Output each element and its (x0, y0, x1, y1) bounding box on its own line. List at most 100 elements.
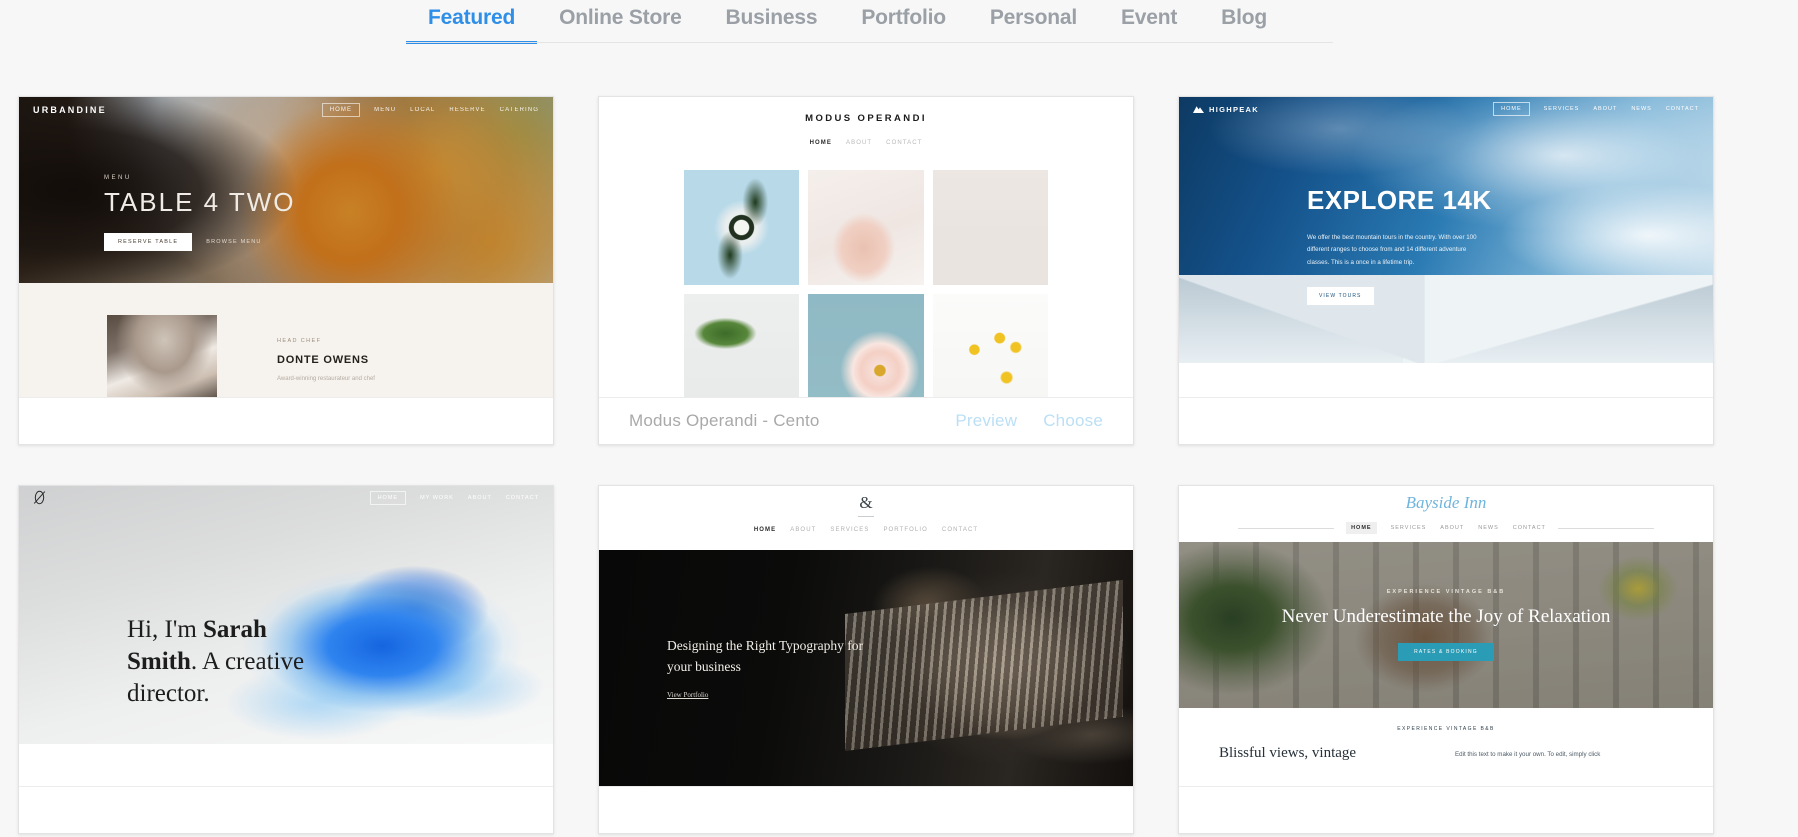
nav-item-catering[interactable]: CATERING (500, 107, 539, 113)
tab-event[interactable]: Event (1099, 0, 1199, 44)
gallery-image-gerbera (808, 294, 923, 397)
template-preview-sarah-smith[interactable]: HOME MY WORK ABOUT CONTACT Hi, I'm Sarah… (19, 486, 553, 786)
nav-item-home[interactable]: HOME (754, 527, 776, 533)
card-footer-urbandine: Preview Choose (19, 397, 553, 444)
nav-item-services[interactable]: SERVICES (830, 527, 869, 533)
tab-personal[interactable]: Personal (968, 0, 1099, 44)
nav-item-services[interactable]: SERVICES (1544, 106, 1580, 112)
tab-blog[interactable]: Blog (1199, 0, 1289, 44)
gallery-image-pineapples (933, 170, 1048, 285)
tab-portfolio[interactable]: Portfolio (839, 0, 968, 44)
site-logo: MODUS OPERANDI (599, 97, 1133, 124)
nav-item-about[interactable]: ABOUT (846, 140, 872, 146)
nav-item-reserve[interactable]: RESERVE (449, 107, 485, 113)
hero-text-block: EXPLORE 14K We offer the best mountain t… (1307, 185, 1492, 305)
photo-gallery (599, 146, 1133, 397)
template-preview-bayside-inn[interactable]: Bayside Inn HOME SERVICES ABOUT NEWS CON… (1179, 486, 1713, 786)
card-footer-highpeak: Preview Choose (1179, 397, 1713, 444)
browse-menu-button[interactable]: BROWSE MENU (206, 239, 261, 245)
hero-headline: Hi, I'm Sarah Smith. A creative director… (127, 614, 337, 710)
hero-text-block: MENU TABLE 4 TWO RESERVE TABLE BROWSE ME… (104, 175, 296, 251)
nav-item-about[interactable]: ABOUT (1593, 106, 1617, 112)
nav-item-about[interactable]: ABOUT (468, 495, 492, 501)
view-tours-button[interactable]: VIEW TOURS (1307, 287, 1374, 305)
rates-booking-button[interactable]: RATES & BOOKING (1398, 643, 1494, 661)
card-footer-modus-operandi: Modus Operandi - Cento Preview Choose (599, 397, 1133, 444)
nav-item-about[interactable]: ABOUT (790, 527, 816, 533)
hero-text-block: EXPERIENCE VINTAGE B&B Never Underestima… (1179, 542, 1713, 708)
hero-headline: TABLE 4 TWO (104, 189, 296, 215)
nav-item-news[interactable]: NEWS (1631, 106, 1652, 112)
nav-item-contact[interactable]: CONTACT (1666, 106, 1699, 112)
nav-item-my-work[interactable]: MY WORK (420, 495, 454, 501)
template-grid: URBANDINE HOME MENU LOCAL RESERVE CATERI… (0, 56, 1798, 834)
site-nav: HOME MENU LOCAL RESERVE CATERING (322, 103, 539, 117)
site-logo: & (599, 486, 1133, 511)
nav-item-news[interactable]: NEWS (1478, 525, 1499, 531)
nav-rule-left (1238, 528, 1334, 529)
nav-item-local[interactable]: LOCAL (410, 107, 435, 113)
section-kicker: EXPERIENCE VINTAGE B&B (1179, 708, 1713, 732)
template-preview-typography[interactable]: & HOME ABOUT SERVICES PORTFOLIO CONTACT … (599, 486, 1133, 786)
nav-item-menu[interactable]: MENU (374, 107, 396, 113)
hero-kicker: MENU (104, 175, 296, 181)
slashed-zero-icon (33, 490, 46, 505)
card-footer-typography: Preview Choose (599, 786, 1133, 833)
template-card-bayside-inn[interactable]: Bayside Inn HOME SERVICES ABOUT NEWS CON… (1178, 485, 1714, 834)
card-footer-sarah-smith: Preview Choose (19, 786, 553, 833)
template-card-sarah-smith[interactable]: HOME MY WORK ABOUT CONTACT Hi, I'm Sarah… (18, 485, 554, 834)
site-nav: HOME SERVICES ABOUT NEWS CONTACT (1346, 522, 1546, 534)
chef-kicker: HEAD CHEF (277, 338, 477, 344)
nav-item-home[interactable]: HOME (1493, 102, 1530, 116)
tab-featured[interactable]: Featured (406, 0, 537, 44)
tab-business[interactable]: Business (704, 0, 840, 44)
choose-button[interactable]: Choose (1043, 411, 1103, 431)
gallery-image-monstera (684, 294, 799, 397)
site-header: Bayside Inn HOME SERVICES ABOUT NEWS CON… (1179, 486, 1713, 542)
printing-press-graphic (845, 580, 1123, 751)
nav-item-contact[interactable]: CONTACT (506, 495, 539, 501)
nav-item-services[interactable]: SERVICES (1391, 525, 1427, 531)
site-header: HIGHPEAK HOME SERVICES ABOUT NEWS CONTAC… (1179, 97, 1713, 121)
tab-online-store[interactable]: Online Store (537, 0, 703, 44)
site-logo-text: HIGHPEAK (1209, 105, 1259, 114)
card-actions: Preview Choose (1535, 411, 1683, 431)
site-logo: URBANDINE (33, 105, 107, 115)
template-preview-highpeak[interactable]: HIGHPEAK HOME SERVICES ABOUT NEWS CONTAC… (1179, 97, 1713, 397)
template-preview-modus-operandi[interactable]: MODUS OPERANDI HOME ABOUT CONTACT (599, 97, 1133, 397)
card-actions: Preview Choose (375, 800, 523, 820)
card-actions: Preview Choose (1535, 800, 1683, 820)
nav-item-contact[interactable]: CONTACT (886, 140, 922, 146)
nav-item-home[interactable]: HOME (810, 140, 832, 146)
template-card-urbandine[interactable]: URBANDINE HOME MENU LOCAL RESERVE CATERI… (18, 96, 554, 445)
card-actions: Preview Choose (955, 411, 1103, 431)
nav-item-portfolio[interactable]: PORTFOLIO (883, 527, 927, 533)
preview-button[interactable]: Preview (955, 411, 1017, 431)
template-card-typography[interactable]: & HOME ABOUT SERVICES PORTFOLIO CONTACT … (598, 485, 1134, 834)
card-actions: Preview Choose (375, 411, 523, 431)
nav-item-contact[interactable]: CONTACT (942, 527, 978, 533)
gallery-image-anemone (684, 170, 799, 285)
nav-item-home[interactable]: HOME (322, 103, 360, 117)
site-logo: HIGHPEAK (1193, 105, 1259, 114)
hero-text-block: Designing the Right Typography for your … (667, 636, 882, 699)
nav-item-home[interactable]: HOME (1346, 522, 1377, 534)
site-section-intro: EXPERIENCE VINTAGE B&B Blissful views, v… (1179, 708, 1713, 786)
gallery-image-billy-buttons (933, 294, 1048, 397)
site-nav: HOME MY WORK ABOUT CONTACT (370, 491, 539, 505)
tab-list: Featured Online Store Business Portfolio… (406, 0, 1289, 45)
view-portfolio-link[interactable]: View Portfolio (667, 691, 882, 699)
hero-headline: Designing the Right Typography for your … (667, 636, 882, 678)
template-card-highpeak[interactable]: HIGHPEAK HOME SERVICES ABOUT NEWS CONTAC… (1178, 96, 1714, 445)
nav-item-about[interactable]: ABOUT (1440, 525, 1464, 531)
reserve-table-button[interactable]: RESERVE TABLE (104, 233, 192, 251)
hero-image-porch: EXPERIENCE VINTAGE B&B Never Underestima… (1179, 542, 1713, 708)
site-section-chef: HEAD CHEF DONTE OWENS Award-winning rest… (19, 283, 553, 397)
template-preview-urbandine[interactable]: URBANDINE HOME MENU LOCAL RESERVE CATERI… (19, 97, 553, 397)
nav-item-contact[interactable]: CONTACT (1513, 525, 1546, 531)
mountain-icon (1193, 105, 1204, 113)
hero-buttons: RESERVE TABLE BROWSE MENU (104, 233, 296, 251)
template-card-modus-operandi[interactable]: MODUS OPERANDI HOME ABOUT CONTACT (598, 96, 1134, 445)
nav-item-home[interactable]: HOME (370, 491, 407, 505)
template-category-tabbar: Featured Online Store Business Portfolio… (0, 0, 1798, 45)
